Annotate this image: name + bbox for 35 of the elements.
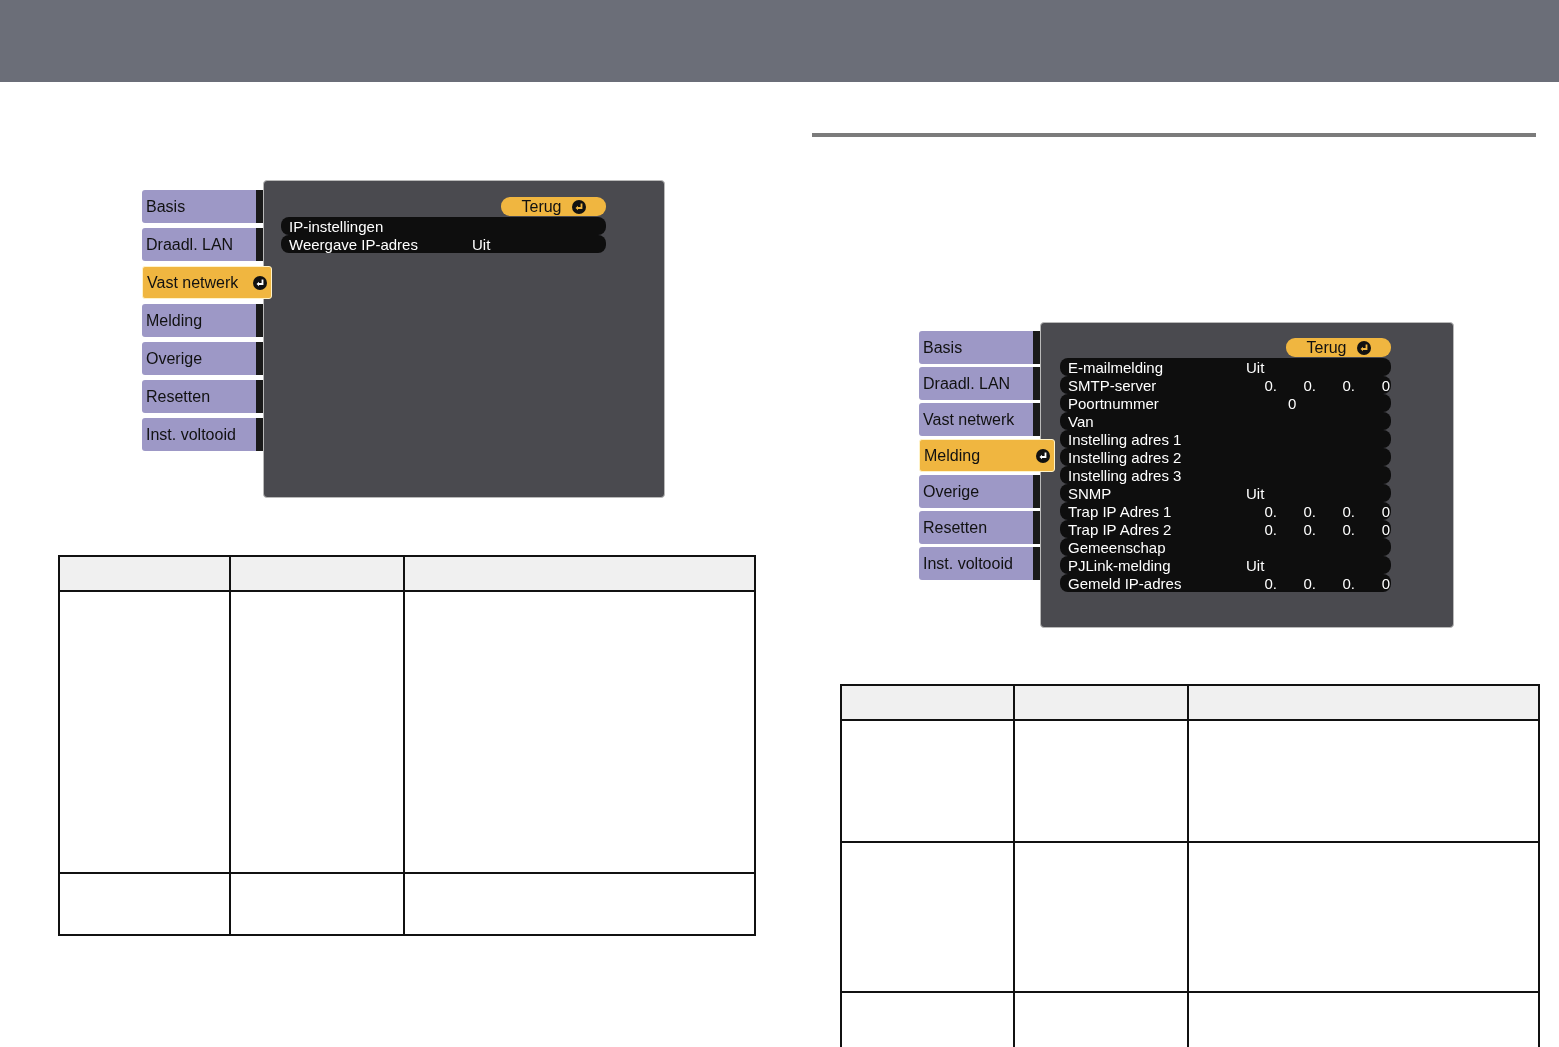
enter-icon: [1036, 448, 1050, 463]
menu-tab[interactable]: Overige: [919, 475, 1040, 508]
menu-row[interactable]: Gemeld IP-adres 0. 0. 0. 0: [1060, 574, 1391, 592]
menu-row[interactable]: PJLink-melding Uit: [1060, 556, 1391, 574]
menu-tab[interactable]: Melding: [919, 439, 1055, 472]
menu-tab[interactable]: Draadl. LAN: [919, 367, 1040, 400]
menu-tab[interactable]: Resetten: [142, 380, 263, 413]
menu-row[interactable]: Instelling adres 3: [1060, 466, 1391, 484]
menu-row[interactable]: Van: [1060, 412, 1391, 430]
back-button[interactable]: Terug: [501, 197, 606, 216]
menu-row[interactable]: SNMP Uit: [1060, 484, 1391, 502]
menu-tab[interactable]: Draadl. LAN: [142, 228, 263, 261]
menu-tab[interactable]: Inst. voltooid: [142, 418, 263, 451]
menu-tab[interactable]: Inst. voltooid: [919, 547, 1040, 580]
menu-tab[interactable]: Vast netwerk: [142, 266, 272, 299]
back-button[interactable]: Terug: [1286, 338, 1391, 357]
menu-row[interactable]: Weergave IP-adres Uit: [281, 235, 606, 253]
menu-row[interactable]: Instelling adres 1: [1060, 430, 1391, 448]
menu-row[interactable]: IP-instellingen: [281, 217, 606, 235]
menu-tab[interactable]: Vast netwerk: [919, 403, 1040, 436]
menu-row[interactable]: SMTP-server 0. 0. 0. 0: [1060, 376, 1391, 394]
menu-row[interactable]: Poortnummer 0: [1060, 394, 1391, 412]
enter-icon: [253, 275, 267, 290]
menu-tab[interactable]: Basis: [142, 190, 263, 223]
menu-row[interactable]: Instelling adres 2: [1060, 448, 1391, 466]
menu-tab[interactable]: Melding: [142, 304, 263, 337]
menu-row[interactable]: Gemeenschap: [1060, 538, 1391, 556]
menu-row[interactable]: Trap IP Adres 1 0. 0. 0. 0: [1060, 502, 1391, 520]
enter-icon: [571, 199, 586, 214]
menu-tab[interactable]: Basis: [919, 331, 1040, 364]
menu-tab[interactable]: Overige: [142, 342, 263, 375]
enter-icon: [1356, 340, 1371, 355]
menu-row[interactable]: Trap IP Adres 2 0. 0. 0. 0: [1060, 520, 1391, 538]
menu-tab[interactable]: Resetten: [919, 511, 1040, 544]
menu-row[interactable]: E-mailmelding Uit: [1060, 358, 1391, 376]
